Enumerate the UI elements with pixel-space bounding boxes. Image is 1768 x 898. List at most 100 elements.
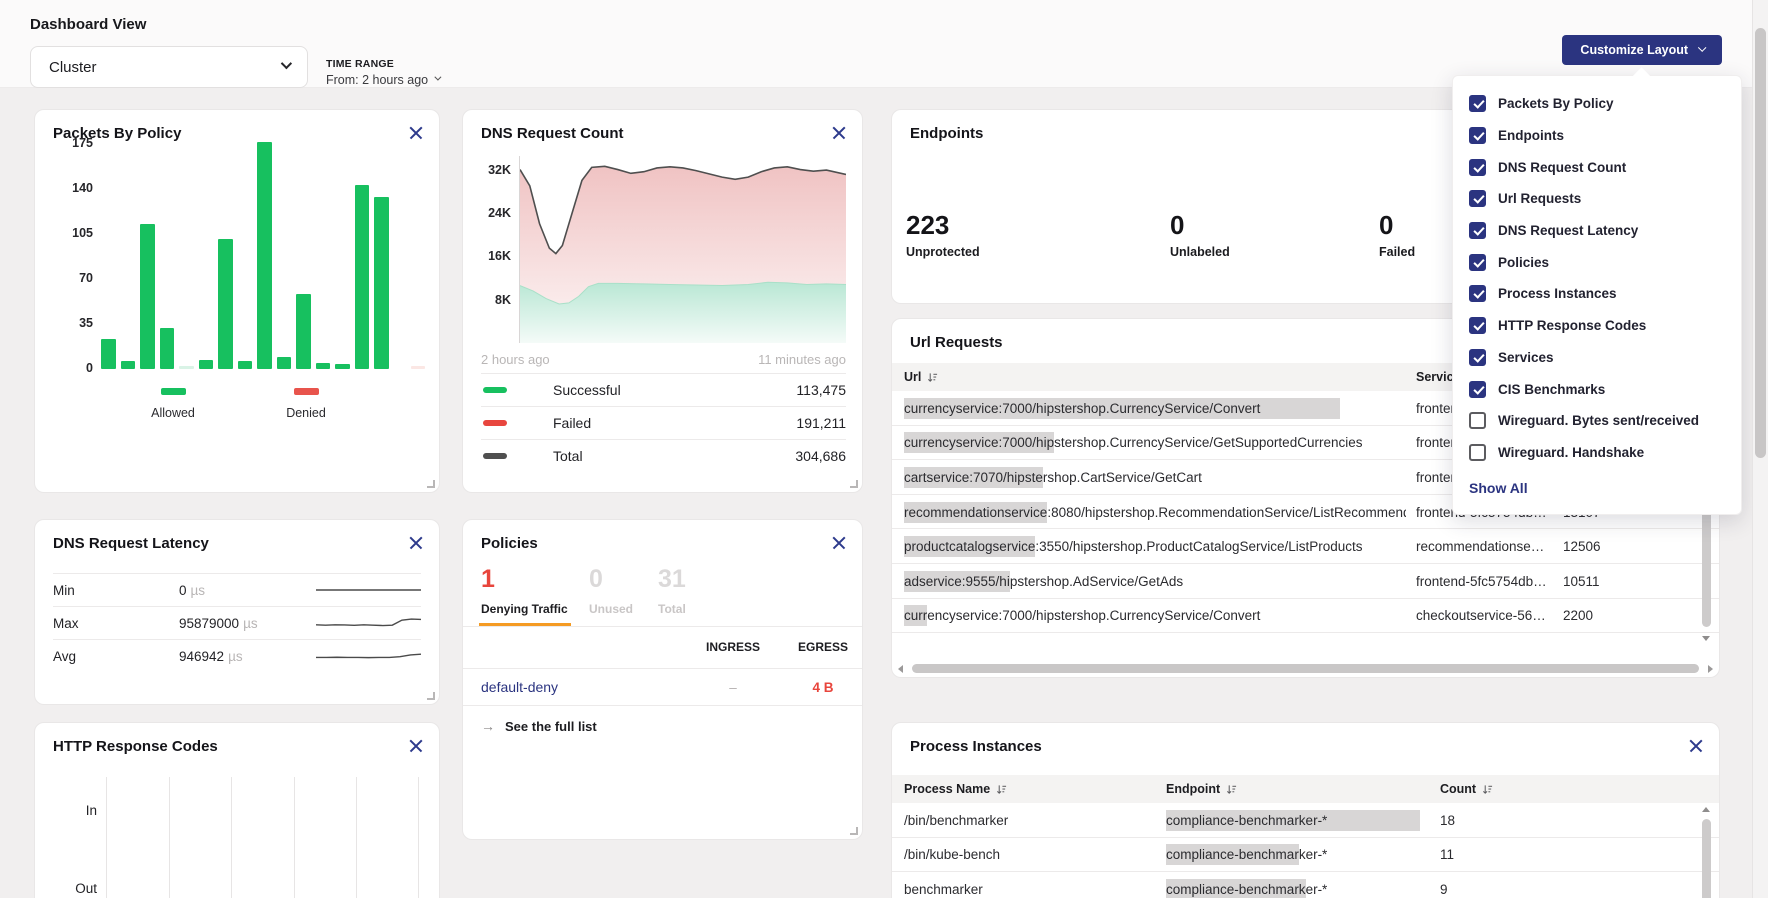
menu-item-wireguard-handshake[interactable]: Wireguard. Handshake (1453, 437, 1741, 469)
policy-link[interactable]: default-deny (481, 679, 558, 695)
menu-item-cis-benchmarks[interactable]: CIS Benchmarks (1453, 373, 1741, 405)
menu-item-wireguard-bytes-sent-received[interactable]: Wireguard. Bytes sent/received (1453, 405, 1741, 437)
view-select[interactable]: Cluster (30, 46, 308, 88)
bar-allowed (238, 361, 253, 369)
checkbox-checked-icon[interactable] (1469, 222, 1486, 239)
checkbox-unchecked-icon[interactable] (1469, 412, 1486, 429)
process-row: /bin/kube-benchcompliance-benchmarker-*1… (892, 838, 1719, 873)
url-request-row: currencyservice:7000/hipstershop.Currenc… (892, 599, 1719, 634)
checkbox-checked-icon[interactable] (1469, 254, 1486, 271)
scroll-up-icon[interactable] (1702, 807, 1710, 812)
horizontal-scrollbar[interactable] (896, 663, 1715, 675)
x-label-end: 11 minutes ago (758, 352, 846, 367)
close-icon[interactable] (1688, 738, 1704, 754)
checkbox-checked-icon[interactable] (1469, 317, 1486, 334)
resize-handle[interactable] (427, 480, 435, 488)
menu-item-label: Packets By Policy (1498, 96, 1614, 111)
checkbox-checked-icon[interactable] (1469, 190, 1486, 207)
latency-unit: µs (228, 649, 243, 664)
dns-legend: Successful 113,475 Failed 191,211 Total … (481, 373, 846, 472)
process-row: benchmarkercompliance-benchmarker-*9 (892, 872, 1719, 898)
row-label-out: Out (35, 881, 97, 896)
checkbox-checked-icon[interactable] (1469, 127, 1486, 144)
menu-item-process-instances[interactable]: Process Instances (1453, 278, 1741, 310)
checkbox-checked-icon[interactable] (1469, 95, 1486, 112)
policy-row: default-deny – 4 B (463, 669, 862, 705)
policy-ingress-value: – (693, 680, 773, 695)
sort-header-process-name[interactable]: Process Name (904, 775, 1154, 803)
menu-item-label: Wireguard. Bytes sent/received (1498, 413, 1699, 428)
stat-value: 1 (481, 564, 568, 594)
successful-swatch-icon (483, 387, 507, 394)
panel-title: Url Requests (910, 334, 1003, 351)
time-range-from[interactable]: From: 2 hours ago (326, 73, 439, 87)
menu-item-label: Url Requests (1498, 191, 1581, 206)
legend-label: Successful (553, 382, 621, 398)
scroll-down-icon[interactable] (1702, 636, 1710, 641)
checkbox-checked-icon[interactable] (1469, 159, 1486, 176)
highlighted-text: adservice:9555/hi (904, 571, 1010, 592)
scrollbar-thumb[interactable] (912, 664, 1699, 673)
page-scrollbar[interactable] (1752, 0, 1768, 898)
y-axis-ticks: 17514010570350 (49, 136, 93, 375)
gridline (231, 777, 232, 898)
url-cell: productcatalogservice:3550/hipstershop.P… (904, 529, 1406, 564)
chevron-down-icon (435, 74, 442, 81)
checkbox-checked-icon[interactable] (1469, 349, 1486, 366)
scroll-right-icon[interactable] (1708, 665, 1713, 673)
vertical-scrollbar[interactable] (1702, 807, 1711, 898)
resize-handle[interactable] (427, 692, 435, 700)
service-cell: recommendationse… (1416, 529, 1558, 564)
plain-text: stershop.CurrencyService/GetSupportedCur… (1054, 435, 1362, 450)
customize-layout-button[interactable]: Customize Layout (1562, 35, 1722, 65)
tab-total[interactable]: 31 Total (658, 564, 686, 616)
count-cell: 11 (1440, 838, 1530, 873)
close-icon[interactable] (831, 535, 847, 551)
sort-header-url[interactable]: Url (904, 363, 1406, 391)
tab-unused[interactable]: 0 Unused (589, 564, 633, 616)
latency-value: 946942µs (179, 649, 243, 664)
panel-title: Endpoints (910, 125, 983, 142)
menu-item-policies[interactable]: Policies (1453, 246, 1741, 278)
tab-denying-traffic[interactable]: 1 Denying Traffic (481, 564, 568, 616)
column-label: Url (904, 370, 921, 384)
checkbox-unchecked-icon[interactable] (1469, 444, 1486, 461)
sort-header-count[interactable]: Count (1440, 775, 1530, 803)
close-icon[interactable] (408, 535, 424, 551)
plain-text: :8080/hipstershop.RecommendationService/… (1047, 505, 1406, 520)
chevron-down-icon (281, 58, 292, 69)
close-icon[interactable] (831, 125, 847, 141)
menu-item-http-response-codes[interactable]: HTTP Response Codes (1453, 310, 1741, 342)
menu-item-services[interactable]: Services (1453, 342, 1741, 374)
close-icon[interactable] (408, 125, 424, 141)
resize-handle[interactable] (850, 480, 858, 488)
column-ingress: INGRESS (693, 640, 773, 654)
menu-item-dns-request-latency[interactable]: DNS Request Latency (1453, 215, 1741, 247)
resize-handle[interactable] (850, 827, 858, 835)
menu-item-dns-request-count[interactable]: DNS Request Count (1453, 151, 1741, 183)
plain-text: rshop.CartService/GetCart (1043, 470, 1202, 485)
divider (463, 626, 862, 627)
sparkline-chart (316, 581, 421, 599)
scrollbar-thumb[interactable] (1755, 28, 1766, 458)
checkbox-checked-icon[interactable] (1469, 285, 1486, 302)
menu-item-url-requests[interactable]: Url Requests (1453, 183, 1741, 215)
scroll-left-icon[interactable] (898, 665, 903, 673)
panel-title: Process Instances (910, 738, 1042, 755)
menu-item-endpoints[interactable]: Endpoints (1453, 120, 1741, 152)
menu-item-label: CIS Benchmarks (1498, 382, 1605, 397)
see-full-list-link[interactable]: → See the full list (463, 710, 597, 742)
scrollbar-thumb[interactable] (1702, 819, 1711, 898)
checkbox-checked-icon[interactable] (1469, 381, 1486, 398)
endpoint-cell: compliance-benchmarker-* (1166, 803, 1428, 838)
y-tick-label: 24K (488, 206, 511, 220)
denied-swatch-icon (294, 388, 319, 395)
sort-header-endpoint[interactable]: Endpoint (1166, 775, 1428, 803)
show-all-link[interactable]: Show All (1469, 480, 1528, 496)
latency-value: 95879000µs (179, 616, 258, 631)
panel-title: DNS Request Latency (53, 535, 209, 552)
time-range: TIME RANGE From: 2 hours ago (326, 58, 439, 87)
close-icon[interactable] (408, 738, 424, 754)
y-tick-label: 32K (488, 163, 511, 177)
menu-item-packets-by-policy[interactable]: Packets By Policy (1453, 88, 1741, 120)
